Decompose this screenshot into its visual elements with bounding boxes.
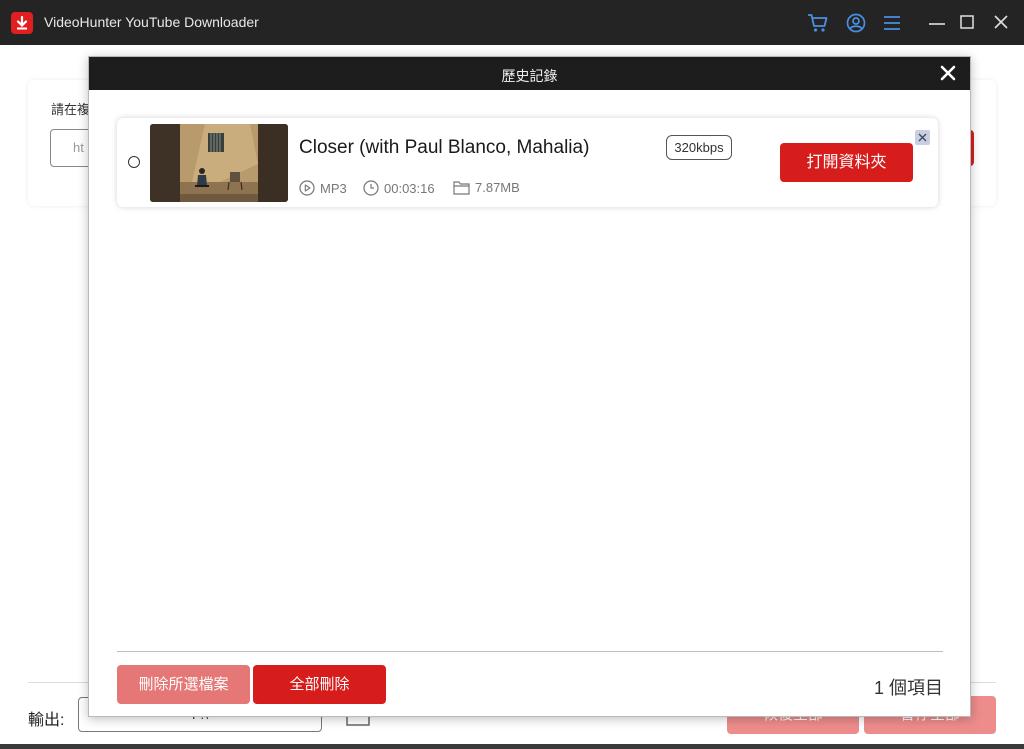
bottom-bar <box>0 744 1024 749</box>
item-count: 1 個項目 <box>873 678 943 698</box>
size-label: 7.87MB <box>475 180 520 195</box>
format-label: MP3 <box>320 180 347 196</box>
close-window-icon[interactable] <box>990 12 1012 34</box>
remove-item-icon[interactable] <box>915 130 930 145</box>
cart-icon[interactable] <box>807 12 829 34</box>
size-meta: 7.87MB <box>453 180 520 195</box>
duration-meta: 00:03:16 <box>363 180 435 196</box>
maximize-icon[interactable] <box>956 12 978 34</box>
dialog-header: 歷史記錄 <box>89 57 970 90</box>
video-thumbnail <box>150 124 288 202</box>
clock-icon <box>363 180 379 196</box>
history-dialog: 歷史記錄 Closer (with Paul Blanco, Mahalia) … <box>88 56 971 717</box>
output-label: 輸出: <box>28 712 65 729</box>
dialog-title: 歷史記錄 <box>501 68 558 84</box>
title-bar: VideoHunter YouTube Downloader <box>0 0 1024 45</box>
bitrate-badge: 320kbps <box>666 135 732 160</box>
play-circle-icon <box>299 180 315 196</box>
delete-selected-button[interactable]: 刪除所選檔案 <box>117 665 250 704</box>
delete-all-button[interactable]: 全部刪除 <box>253 665 386 704</box>
open-folder-button[interactable]: 打開資料夾 <box>780 143 913 182</box>
url-label: 請在複 <box>51 102 91 117</box>
duration-label: 00:03:16 <box>384 180 435 196</box>
app-logo-icon <box>11 12 33 34</box>
item-select-radio[interactable] <box>128 156 140 168</box>
close-dialog-icon[interactable] <box>939 64 957 82</box>
dialog-footer-divider <box>117 651 943 652</box>
menu-icon[interactable] <box>881 12 903 34</box>
format-meta: MP3 <box>299 180 347 196</box>
account-icon[interactable] <box>845 12 867 34</box>
track-title: Closer (with Paul Blanco, Mahalia) <box>299 137 590 158</box>
minimize-icon[interactable] <box>926 12 948 34</box>
history-item: Closer (with Paul Blanco, Mahalia) MP3 0… <box>117 118 938 207</box>
folder-icon <box>453 181 470 195</box>
app-title: VideoHunter YouTube Downloader <box>44 14 259 30</box>
